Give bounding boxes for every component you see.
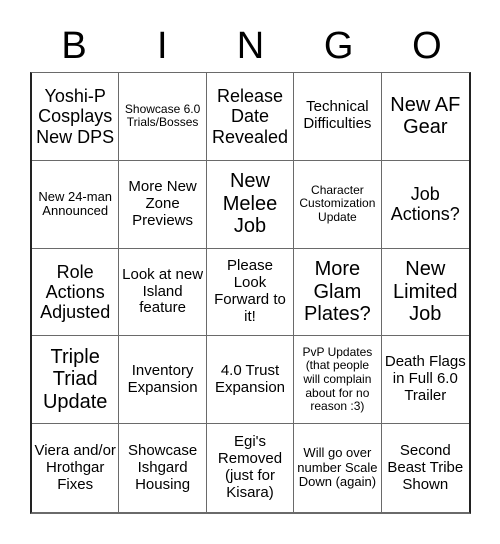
bingo-cell-text: New AF Gear [390, 93, 461, 139]
bingo-cell[interactable]: More New Zone Previews [119, 160, 207, 249]
bingo-cell[interactable]: Yoshi-P Cosplays New DPS [32, 73, 120, 161]
bingo-cell-text: PvP Updates (that people will complain a… [302, 344, 373, 414]
bingo-cell[interactable]: New AF Gear [381, 73, 469, 161]
bingo-cell-text: Character Customization Update [299, 182, 376, 224]
bingo-cell-text: More New Zone Previews [128, 177, 197, 229]
bingo-cell-text: New 24-man Announced [38, 188, 113, 219]
bingo-card: Yoshi-P Cosplays New DPS Showcase 6.0 Tri… [30, 72, 471, 514]
bingo-cell[interactable]: Showcase Ishgard Housing [119, 424, 207, 512]
bingo-cell[interactable]: New Limited Job [381, 249, 469, 337]
bingo-cell-text: Inventory Expansion [127, 361, 198, 396]
bingo-cell[interactable]: PvP Updates (that people will complain a… [294, 336, 382, 425]
bingo-cell-text: Egi's Removed (just for Kisara) [217, 433, 283, 502]
bingo-cell[interactable]: Showcase 6.0 Trials/Bosses [119, 73, 207, 161]
bingo-cell-text: Look at new Island feature [122, 265, 204, 317]
bingo-cell[interactable]: Please Look Forward to it! [206, 248, 295, 337]
bingo-cell-text: New Melee Job [222, 170, 278, 238]
bingo-cell[interactable]: Role Actions Adjusted [32, 248, 120, 337]
bingo-cell-text: Yoshi-P Cosplays New DPS [36, 85, 115, 147]
bingo-cell[interactable]: Egi's Removed (just for Kisara) [207, 424, 295, 512]
header-letter-g: G [323, 25, 354, 67]
header-letter-i: I [157, 25, 168, 67]
header-letter-o: O [412, 25, 442, 67]
bingo-cell[interactable]: Second Beast Tribe Shown [382, 424, 469, 512]
header-letter-b: B [61, 25, 87, 67]
header-letter-n: N [236, 25, 265, 67]
bingo-cell[interactable]: Death Flags in Full 6.0 Trailer [381, 336, 469, 425]
bingo-cell-text: 4.0 Trust Expansion [214, 361, 286, 396]
bingo-cell-text: Death Flags in Full 6.0 Trailer [384, 353, 466, 405]
bingo-cell-text: Showcase Ishgard Housing [127, 441, 198, 493]
bingo-cell-text: Viera and/or Hrothgar Fixes [34, 441, 116, 493]
bingo-cell[interactable]: Job Actions? [381, 161, 469, 249]
bingo-cell-text: Triple Triad Update [42, 345, 108, 414]
bingo-cell-text: Please Look Forward to it! [214, 257, 286, 325]
bingo-cell-text: Second Beast Tribe Shown [387, 441, 464, 493]
bingo-cell[interactable]: New 24-man Announced [32, 160, 120, 249]
bingo-cell[interactable]: Triple Triad Update [32, 336, 120, 425]
bingo-cell[interactable]: Character Customization Update [294, 160, 382, 249]
bingo-cell[interactable]: Look at new Island feature [119, 248, 207, 337]
bingo-cell[interactable]: New Melee Job [206, 160, 295, 249]
bingo-cell[interactable]: Inventory Expansion [119, 336, 207, 425]
bingo-cell-text: Release Date Revealed [211, 85, 289, 147]
bingo-cell[interactable]: Will go over number Scale Down (again) [294, 424, 382, 512]
bingo-cell-text: Showcase 6.0 Trials/Bosses [124, 101, 201, 130]
bingo-cell-text: Will go over number Scale Down (again) [297, 445, 378, 490]
bingo-cell[interactable]: More Glam Plates? [294, 248, 382, 337]
bingo-cell-text: New Limited Job [393, 258, 458, 326]
bingo-cell[interactable]: Technical Difficulties [294, 73, 382, 161]
bingo-header: B I N G O [30, 20, 471, 72]
bingo-cell-text: Role Actions Adjusted [40, 261, 111, 323]
bingo-cell[interactable]: Release Date Revealed [206, 73, 295, 161]
bingo-cell[interactable]: Viera and/or Hrothgar Fixes [32, 424, 120, 512]
bingo-cell-text: Job Actions? [390, 183, 460, 225]
bingo-cell[interactable]: 4.0 Trust Expansion [206, 336, 295, 425]
bingo-cell-text: More Glam Plates? [304, 258, 371, 326]
bingo-cell-text: Technical Difficulties [303, 98, 372, 133]
